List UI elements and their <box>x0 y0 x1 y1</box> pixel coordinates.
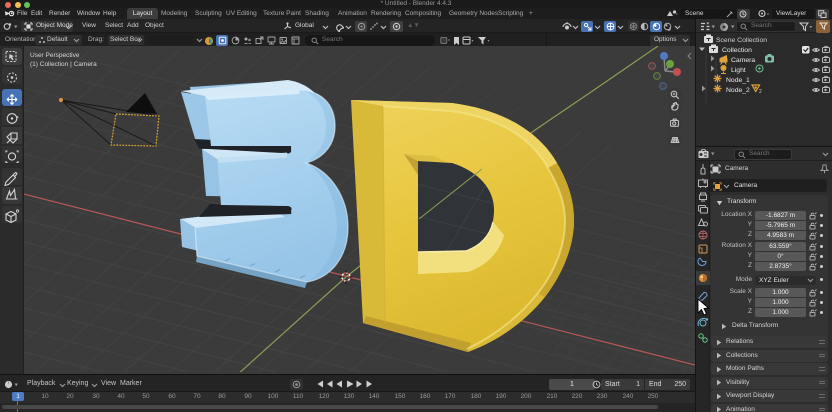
svg-text:Camera: Camera <box>731 57 755 64</box>
svg-text:Node_1: Node_1 <box>726 77 750 84</box>
svg-text:Collection: Collection <box>722 47 752 54</box>
svg-text:Scene Collection: Scene Collection <box>716 37 767 44</box>
svg-text:Node_2: Node_2 <box>726 87 750 94</box>
svg-text:Light: Light <box>731 67 746 74</box>
svg-text:2: 2 <box>759 89 762 95</box>
